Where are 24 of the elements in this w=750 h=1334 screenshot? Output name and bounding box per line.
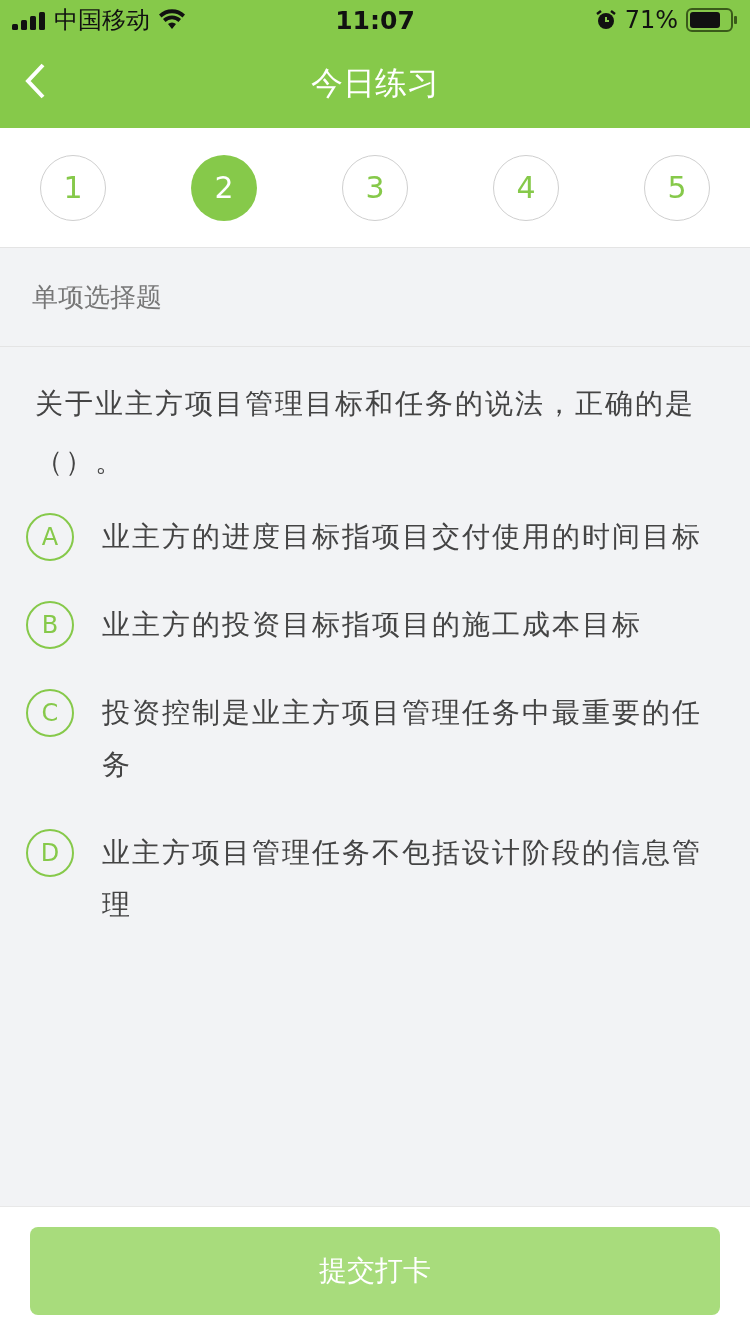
option-letter[interactable]: D: [26, 829, 74, 877]
status-time: 11:07: [335, 5, 415, 35]
question-type: 单项选择题: [32, 280, 162, 314]
option-text[interactable]: 业主方的进度目标指项目交付使用的时间目标: [102, 511, 702, 563]
carrier-name: 中国移动: [54, 5, 150, 36]
option-letter[interactable]: C: [26, 689, 74, 737]
option-letter[interactable]: A: [26, 513, 74, 561]
question-number[interactable]: 4: [493, 154, 559, 221]
page-title: 今日练习: [311, 63, 439, 104]
alarm-icon: [594, 9, 617, 31]
option-text[interactable]: 投资控制是业主方项目管理任务中最重要的任务: [102, 687, 726, 791]
option-text[interactable]: 业主方的投资目标指项目的施工成本目标: [102, 599, 642, 651]
question-number[interactable]: 1: [40, 154, 106, 221]
question-number[interactable]: 2: [191, 154, 257, 221]
question-text: 关于业主方项目管理目标和任务的说法，正确的是（）。: [35, 386, 696, 480]
battery-icon: [686, 8, 738, 32]
question-number[interactable]: 5: [644, 154, 710, 221]
question-number[interactable]: 3: [342, 154, 408, 221]
wifi-icon: [158, 9, 186, 31]
option-letter[interactable]: B: [26, 601, 74, 649]
battery-percent: 71%: [624, 6, 678, 34]
option-text[interactable]: 业主方项目管理任务不包括设计阶段的信息管理: [102, 827, 726, 931]
back-button[interactable]: [24, 62, 46, 100]
signal-icon: [12, 10, 46, 30]
